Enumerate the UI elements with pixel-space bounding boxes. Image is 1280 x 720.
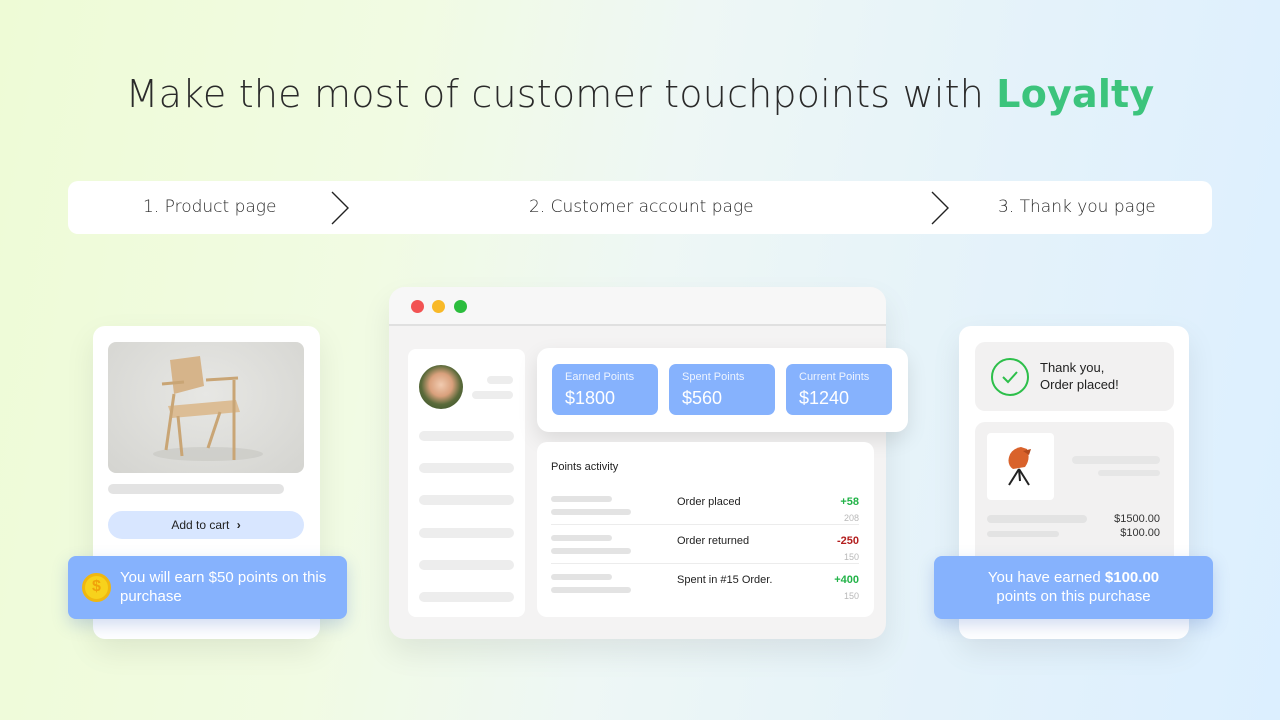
order-confirmation-box: Thank you, Order placed! (975, 342, 1174, 411)
step-thank-you-page: 3. Thank you page (998, 197, 1156, 217)
stat-label: Current Points (799, 371, 870, 383)
earn-points-text: You will earn $50 points on this purchas… (120, 569, 327, 605)
stat-label: Earned Points (565, 371, 635, 383)
activity-row: Order placed +58 208 (551, 492, 859, 532)
earned-suffix: points on this purchase (996, 588, 1151, 605)
discount-placeholder (987, 531, 1059, 537)
points-stats-panel: Earned Points $1800 Spent Points $560 Cu… (537, 348, 908, 432)
activity-delta: -250 (836, 535, 859, 547)
row-placeholder (551, 509, 631, 515)
chevron-right-icon (931, 191, 949, 225)
wooden-chair-image (108, 342, 304, 473)
earn-points-banner: $ You will earn $50 points on this purch… (68, 556, 347, 619)
stat-current-points: Current Points $1240 (786, 364, 892, 415)
row-placeholder (551, 587, 631, 593)
earned-prefix: You have earned (987, 569, 1101, 586)
order-summary-box: $1500.00 $100.00 (975, 422, 1174, 572)
checkmark-circle-icon (991, 358, 1029, 396)
headline-text: Make the most of customer touchpoints wi… (125, 72, 985, 116)
row-placeholder (551, 574, 612, 580)
points-activity-title: Points activity (551, 461, 619, 473)
sidebar-item[interactable] (419, 528, 514, 538)
subtotal-placeholder (987, 515, 1087, 523)
product-variant-placeholder (1098, 470, 1160, 476)
points-activity-panel: Points activity Order placed +58 208 Ord… (537, 442, 874, 617)
chevron-right-icon (331, 191, 349, 225)
step-product-page: 1. Product page (143, 197, 277, 217)
coin-icon: $ (82, 573, 111, 602)
user-avatar (419, 365, 463, 409)
row-placeholder (551, 548, 631, 554)
minimize-window-dot[interactable] (432, 300, 445, 313)
activity-name: Order placed (677, 496, 741, 508)
subtotal-price: $1500.00 (1114, 513, 1160, 525)
activity-row: Order returned -250 150 (551, 531, 859, 571)
add-to-cart-label: Add to cart (171, 518, 230, 532)
row-divider (551, 563, 859, 564)
headline-accent: Loyalty (996, 72, 1155, 116)
product-name-placeholder (1072, 456, 1160, 464)
activity-delta: +58 (840, 496, 859, 508)
thank-you-line: Thank you, (1040, 360, 1105, 375)
add-to-cart-button[interactable]: Add to cart › (108, 511, 304, 539)
stat-value: $560 (682, 388, 723, 408)
maximize-window-dot[interactable] (454, 300, 467, 313)
row-divider (551, 524, 859, 525)
stat-value: $1800 (565, 388, 616, 408)
sidebar-item[interactable] (419, 592, 514, 602)
sidebar-item[interactable] (419, 463, 514, 473)
earned-points-banner: You have earned $100.00 points on this p… (934, 556, 1213, 619)
row-placeholder (551, 496, 612, 502)
steps-bar: 1. Product page 2. Customer account page… (68, 181, 1212, 234)
sidebar-item[interactable] (419, 431, 514, 441)
order-placed-line: Order placed! (1040, 377, 1119, 392)
stat-value: $1240 (799, 388, 850, 408)
activity-name: Spent in #15 Order. (677, 574, 773, 586)
chair-illustration (1008, 447, 1031, 486)
earned-amount: $100.00 (1104, 569, 1160, 586)
close-window-dot[interactable] (411, 300, 424, 313)
confirmation-text: Thank you, Order placed! (1040, 359, 1119, 393)
window-titlebar (389, 287, 886, 326)
chevron-right-icon: › (236, 518, 241, 532)
row-placeholder (551, 535, 612, 541)
activity-balance: 150 (843, 591, 859, 601)
product-title-placeholder (108, 484, 284, 494)
orange-chair-image (987, 433, 1054, 500)
secondary-price: $100.00 (1120, 527, 1160, 539)
name-placeholder (487, 376, 513, 384)
page-headline: Make the most of customer touchpoints wi… (0, 72, 1280, 116)
email-placeholder (472, 391, 513, 399)
stat-label: Spent Points (682, 371, 745, 383)
earned-points-text: You have earned $100.00 points on this p… (934, 568, 1213, 606)
stat-spent-points: Spent Points $560 (669, 364, 775, 415)
sidebar-item[interactable] (419, 495, 514, 505)
chair-illustration (153, 356, 263, 461)
stat-earned-points: Earned Points $1800 (552, 364, 658, 415)
activity-name: Order returned (677, 535, 750, 547)
activity-delta: +400 (834, 574, 859, 586)
sidebar-item[interactable] (419, 560, 514, 570)
activity-row: Spent in #15 Order. +400 150 (551, 570, 859, 610)
activity-balance: 150 (843, 552, 859, 562)
activity-balance: 208 (843, 513, 859, 523)
step-customer-account-page: 2. Customer account page (529, 197, 754, 217)
account-sidebar (408, 349, 525, 617)
